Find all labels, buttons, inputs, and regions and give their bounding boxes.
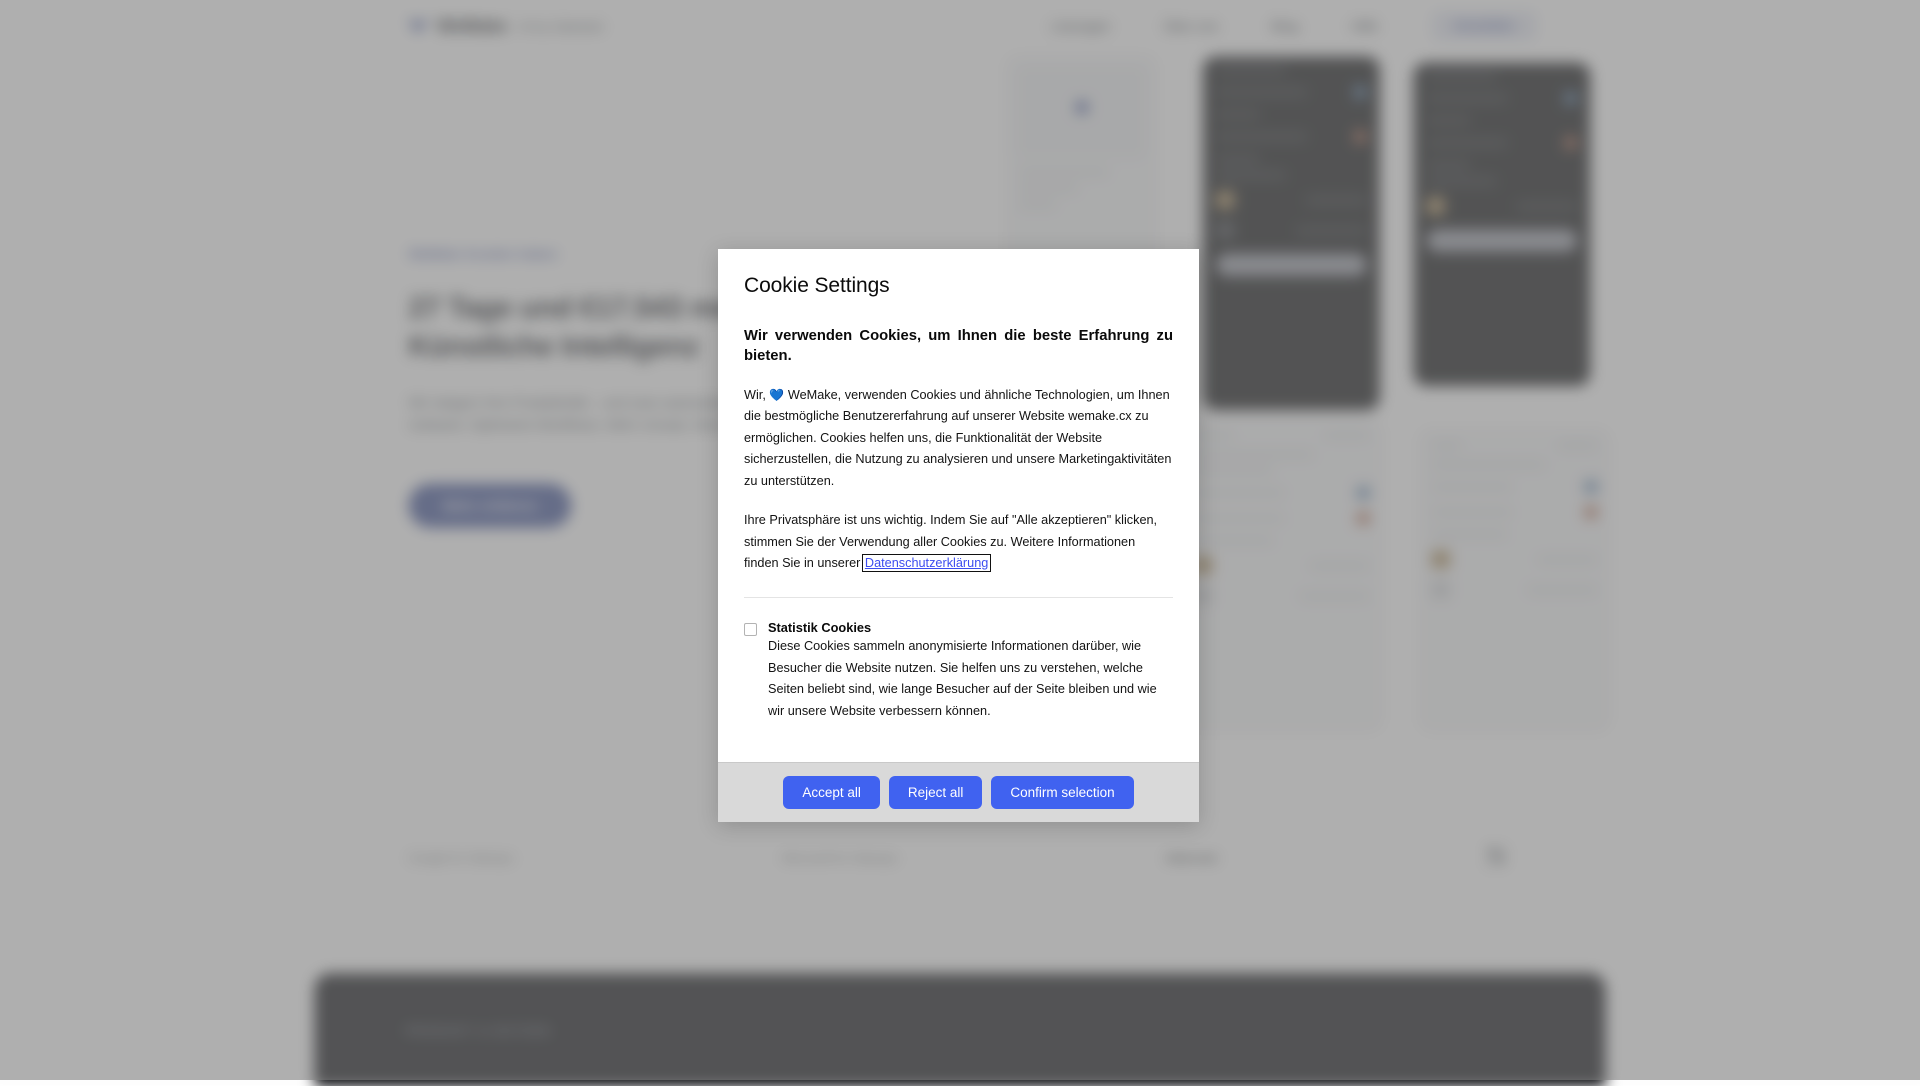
cookie-category-texts: Statistik Cookies Diese Cookies sammeln … [768,620,1173,722]
cookie-settings-dialog: Cookie Settings Wir verwenden Cookies, u… [718,249,1199,822]
intro-text-after-heart: WeMake, verwenden Cookies und ähnliche T… [744,388,1171,488]
statistik-cookies-checkbox[interactable] [744,623,757,636]
confirm-selection-button[interactable]: Confirm selection [991,776,1133,809]
cookie-category-description: Diese Cookies sammeln anonymisierte Info… [768,636,1173,722]
dialog-heading: Wir verwenden Cookies, um Ihnen die best… [744,326,1173,367]
reject-all-button[interactable]: Reject all [889,776,983,809]
accept-all-button[interactable]: Accept all [783,776,880,809]
cookie-category-statistik: Statistik Cookies Diese Cookies sammeln … [744,620,1173,722]
intro-text-before-heart: Wir, [744,388,769,402]
cookie-intro-paragraph: Wir, 💙 WeMake, verwenden Cookies und ähn… [744,385,1173,492]
cookie-category-label: Statistik Cookies [768,620,1173,635]
heart-icon: 💙 [769,388,784,402]
dialog-footer: Accept all Reject all Confirm selection [718,762,1199,822]
privacy-paragraph: Ihre Privatsphäre ist uns wichtig. Indem… [744,510,1173,574]
dialog-body: Wir verwenden Cookies, um Ihnen die best… [718,298,1199,762]
dialog-title: Cookie Settings [718,249,1199,298]
privacy-policy-link[interactable]: Datenschutzerklärung [864,556,989,570]
section-divider [744,597,1173,598]
